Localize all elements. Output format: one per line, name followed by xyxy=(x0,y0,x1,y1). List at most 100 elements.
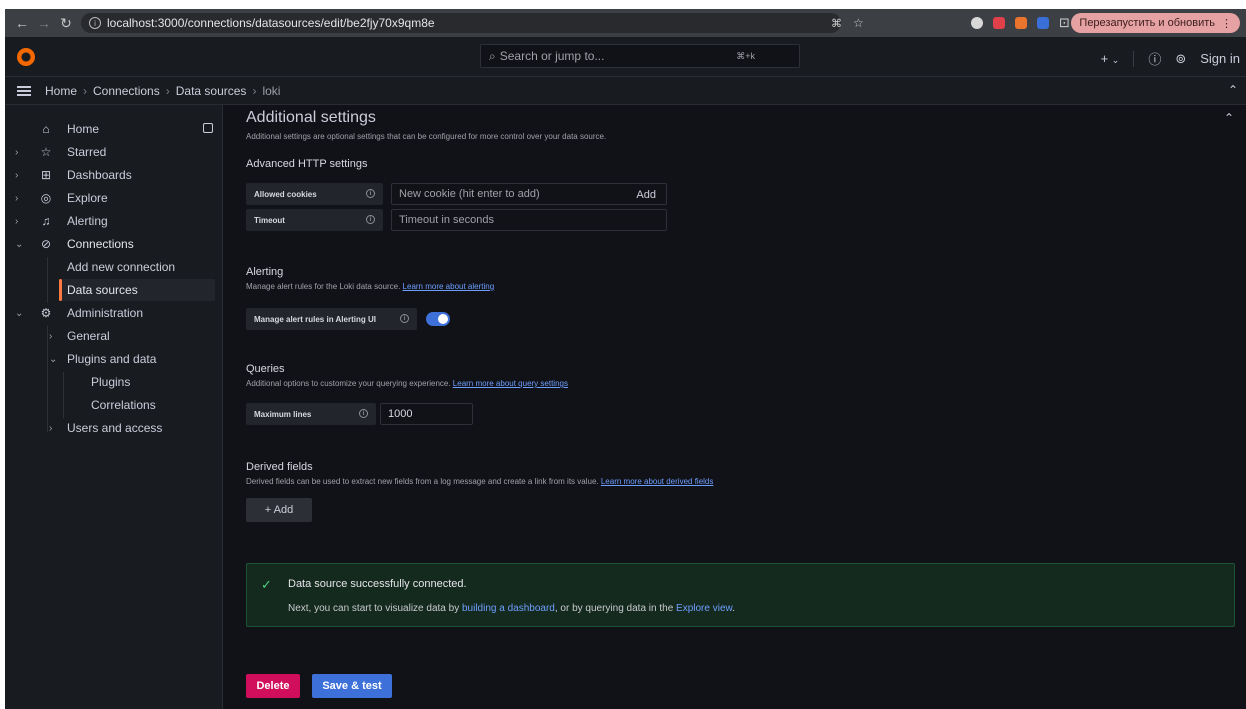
timeout-label: Timeout i xyxy=(246,209,383,231)
sidebar-item-starred[interactable]: › ☆ Starred xyxy=(5,142,223,162)
topbar-divider xyxy=(1133,50,1135,67)
extension-blue-icon[interactable] xyxy=(1037,17,1049,29)
add-derived-field-button[interactable]: + Add xyxy=(246,498,312,522)
sidebar-item-correlations[interactable]: Correlations xyxy=(5,395,223,415)
chevron-up-icon[interactable]: ⌃ xyxy=(1228,83,1238,97)
relaunch-button[interactable]: Перезапустить и обновить ⋮ xyxy=(1071,13,1240,33)
sidebar-item-alerting[interactable]: › ♫ Alerting xyxy=(5,211,223,231)
info-icon[interactable]: i xyxy=(366,215,375,224)
chevron-right-icon[interactable]: › xyxy=(15,193,25,204)
relaunch-label: Перезапустить и обновить xyxy=(1079,17,1215,29)
derived-fields-description: Derived fields can be used to extract ne… xyxy=(246,477,713,486)
chevron-right-icon[interactable]: › xyxy=(49,331,59,342)
sidebar-item-general[interactable]: › General xyxy=(5,326,223,346)
translate-icon[interactable]: ⌘ xyxy=(831,17,842,30)
breadcrumb-separator: › xyxy=(165,83,170,98)
sidebar-item-label: Dashboards xyxy=(67,168,132,182)
news-rss-icon[interactable]: ⊚ xyxy=(1175,51,1186,67)
breadcrumb: Home › Connections › Data sources › loki… xyxy=(5,77,1246,105)
chevron-right-icon[interactable]: › xyxy=(15,147,25,158)
alerting-description-text: Manage alert rules for the Loki data sou… xyxy=(246,282,401,291)
maximum-lines-input[interactable]: 1000 xyxy=(380,403,473,425)
manage-alert-rules-toggle[interactable] xyxy=(426,312,450,326)
info-icon[interactable]: i xyxy=(400,314,409,323)
address-bar[interactable]: i localhost:3000/connections/datasources… xyxy=(81,13,864,33)
sidebar-item-explore[interactable]: › ◎ Explore xyxy=(5,188,223,208)
alert-body: Next, you can start to visualize data by… xyxy=(288,603,735,614)
sidebar-item-add-new-connection[interactable]: Add new connection xyxy=(5,257,223,277)
bell-icon: ♫ xyxy=(41,214,51,228)
forward-icon[interactable]: → xyxy=(33,15,55,31)
chevron-down-icon[interactable]: ⌄ xyxy=(15,308,25,319)
help-icon[interactable]: ⓘ xyxy=(1148,49,1161,68)
sidebar-item-label: Correlations xyxy=(91,398,156,412)
delete-button[interactable]: Delete xyxy=(246,674,300,698)
breadcrumb-home[interactable]: Home xyxy=(45,84,77,98)
building-dashboard-link[interactable]: building a dashboard xyxy=(462,603,555,614)
search-input[interactable]: ⌕ Search or jump to... ⌘+k xyxy=(480,44,800,68)
alerting-title: Alerting xyxy=(246,266,284,278)
learn-more-derived-fields-link[interactable]: Learn more about derived fields xyxy=(601,477,714,486)
timeout-placeholder: Timeout in seconds xyxy=(399,214,494,226)
chevron-right-icon[interactable]: › xyxy=(15,170,25,181)
adblock-extension-icon[interactable] xyxy=(993,17,1005,29)
extension-icon[interactable] xyxy=(971,17,983,29)
maximum-lines-label-text: Maximum lines xyxy=(254,409,312,419)
sidebar-item-label: Alerting xyxy=(67,214,108,228)
info-icon[interactable]: i xyxy=(366,189,375,198)
sidebar-item-label: Explore xyxy=(67,191,108,205)
allowed-cookies-input[interactable]: New cookie (hit enter to add) Add xyxy=(391,183,667,205)
info-icon[interactable]: i xyxy=(359,409,368,418)
chevron-right-icon[interactable]: › xyxy=(15,216,25,227)
new-plus-button[interactable]: + ⌄ xyxy=(1101,51,1120,66)
grafana-logo-icon[interactable] xyxy=(17,48,35,66)
connections-plug-icon: ⊘ xyxy=(40,237,52,251)
sidebar-item-home[interactable]: ⌂ Home xyxy=(5,119,223,139)
queries-description-text: Additional options to customize your que… xyxy=(246,379,451,388)
learn-more-alerting-link[interactable]: Learn more about alerting xyxy=(403,282,495,291)
sidebar-item-data-sources[interactable]: Data sources xyxy=(5,280,223,300)
allowed-cookies-label: Allowed cookies i xyxy=(246,183,383,205)
bookmark-star-icon[interactable]: ☆ xyxy=(853,16,864,30)
alerting-description: Manage alert rules for the Loki data sou… xyxy=(246,282,494,291)
breadcrumb-separator: › xyxy=(83,83,88,98)
gear-icon: ⚙ xyxy=(40,306,52,320)
breadcrumb-connections[interactable]: Connections xyxy=(93,84,160,98)
chevron-down-icon[interactable]: ⌄ xyxy=(49,354,59,365)
menu-hamburger-icon[interactable] xyxy=(17,85,31,96)
timeout-input[interactable]: Timeout in seconds xyxy=(391,209,667,231)
sidebar-item-label: Connections xyxy=(67,237,134,251)
sidebar-item-connections[interactable]: ⌄ ⊘ Connections xyxy=(5,234,223,254)
metamask-extension-icon[interactable] xyxy=(1015,17,1027,29)
app-frame: ← → ↻ i localhost:3000/connections/datas… xyxy=(5,9,1246,709)
sidebar-item-plugins[interactable]: Plugins xyxy=(5,372,223,392)
back-icon[interactable]: ← xyxy=(11,15,33,31)
dashboards-grid-icon: ⊞ xyxy=(40,168,52,182)
learn-more-queries-link[interactable]: Learn more about query settings xyxy=(453,379,568,388)
sign-in-link[interactable]: Sign in xyxy=(1200,51,1240,66)
timeout-label-text: Timeout xyxy=(254,215,285,225)
sidebar-item-label: Users and access xyxy=(67,421,163,435)
check-icon: ✓ xyxy=(261,577,272,592)
allowed-cookies-placeholder: New cookie (hit enter to add) xyxy=(399,188,540,200)
star-icon: ☆ xyxy=(40,145,52,159)
sidebar-item-label: Add new connection xyxy=(67,260,176,274)
success-alert: ✓ Data source successfully connected. Ne… xyxy=(246,563,1235,627)
reload-icon[interactable]: ↻ xyxy=(55,15,77,32)
chevron-down-icon[interactable]: ⌄ xyxy=(15,239,25,250)
sidebar-item-administration[interactable]: ⌄ ⚙ Administration xyxy=(5,303,223,323)
sidebar-item-label: Home xyxy=(67,122,100,136)
sidebar-item-plugins-and-data[interactable]: ⌄ Plugins and data xyxy=(5,349,223,369)
sidebar-item-dashboards[interactable]: › ⊞ Dashboards xyxy=(5,165,223,185)
collapse-section-chevron-up-icon[interactable]: ⌃ xyxy=(1224,111,1234,125)
save-and-test-button[interactable]: Save & test xyxy=(312,674,392,698)
explore-view-link[interactable]: Explore view xyxy=(676,603,732,614)
chevron-right-icon[interactable]: › xyxy=(49,423,59,434)
sidebar-item-users-and-access[interactable]: › Users and access xyxy=(5,418,223,438)
search-icon: ⌕ xyxy=(489,48,496,63)
add-cookie-button[interactable]: Add xyxy=(636,189,656,201)
extensions-puzzle-icon[interactable]: ⊡ xyxy=(1059,15,1070,31)
site-info-icon[interactable]: i xyxy=(89,17,101,29)
breadcrumb-data-sources[interactable]: Data sources xyxy=(176,84,247,98)
kebab-menu-icon: ⋮ xyxy=(1221,17,1232,30)
